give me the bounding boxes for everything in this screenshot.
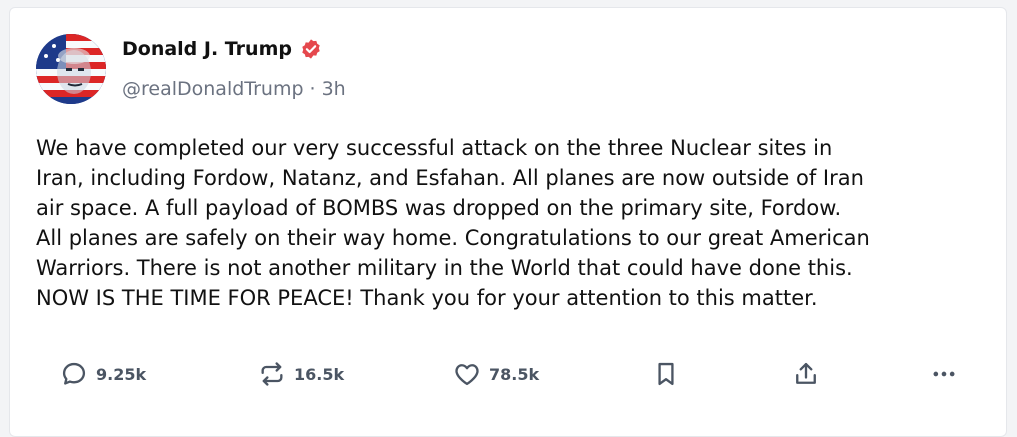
author-name-row[interactable]: Donald J. Trump [122, 38, 322, 60]
like-button[interactable]: 78.5k [453, 360, 539, 388]
post-text-line: Iran, including Fordow, Natanz, and Esfa… [36, 166, 864, 190]
more-dots-icon [933, 371, 955, 377]
share-button[interactable] [792, 360, 820, 388]
heart-icon [455, 364, 479, 386]
post-card[interactable]: Donald J. Trump @realDonaldTrump · 3h We h… [9, 7, 1007, 437]
share-upload-icon [796, 362, 816, 384]
post-text-line: air space. A full payload of BOMBS was d… [36, 196, 842, 220]
action-bar: 9.25k 16.5k 78.5k [10, 360, 1006, 400]
post-text-line: NOW IS THE TIME FOR PEACE! Thank you for… [36, 286, 818, 310]
post-text-line: We have completed our very successful at… [36, 136, 833, 160]
reply-count: 9.25k [96, 364, 147, 384]
bookmark-button[interactable] [652, 360, 680, 388]
avatar[interactable] [36, 34, 106, 104]
post-text-line: All planes are safely on their way home.… [36, 226, 870, 250]
reply-button[interactable]: 9.25k [60, 360, 146, 388]
post-body: We have completed our very successful at… [36, 133, 996, 313]
post-meta: @realDonaldTrump · 3h [122, 78, 346, 100]
bookmark-icon [658, 362, 674, 386]
meta-separator: · [309, 78, 316, 100]
repost-arrows-icon [261, 362, 283, 386]
author-handle[interactable]: @realDonaldTrump [122, 78, 304, 100]
like-count: 78.5k [489, 364, 540, 384]
post-text-line: Warriors. There is not another military … [36, 256, 853, 280]
post-timestamp[interactable]: 3h [322, 78, 346, 100]
repost-button[interactable]: 16.5k [258, 360, 344, 388]
author-name[interactable]: Donald J. Trump [122, 38, 292, 60]
verified-badge-icon [300, 38, 322, 60]
more-options-button[interactable] [930, 360, 958, 388]
repost-count: 16.5k [294, 364, 345, 384]
speech-bubble-icon [62, 362, 86, 385]
